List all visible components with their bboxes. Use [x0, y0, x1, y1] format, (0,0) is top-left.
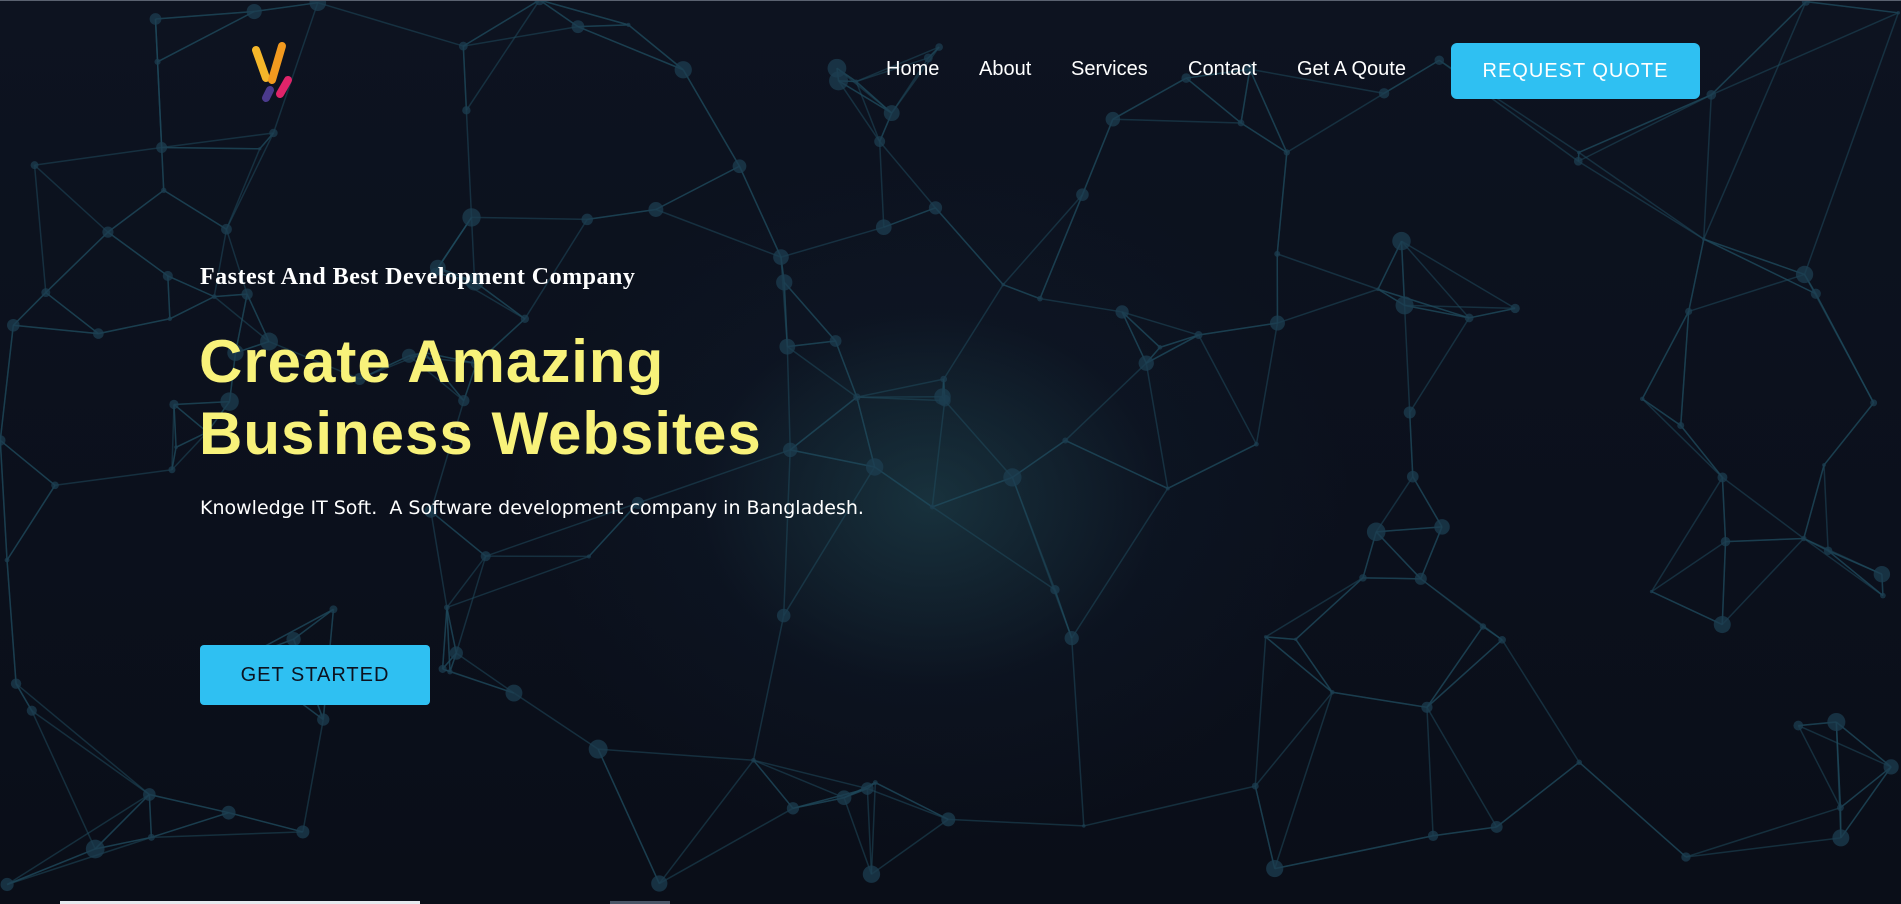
- nav-home[interactable]: Home: [886, 57, 939, 81]
- get-started-button[interactable]: GET STARTED: [200, 645, 430, 705]
- top-border: [0, 0, 1901, 1]
- hero-description: Knowledge IT Soft. A Software developmen…: [200, 497, 864, 519]
- hero-tagline: Fastest And Best Development Company: [200, 264, 636, 290]
- nav-services[interactable]: Services: [1071, 57, 1148, 81]
- headline-line-2: Business Websites: [199, 400, 762, 467]
- nav-about[interactable]: About: [979, 57, 1031, 81]
- nav-contact[interactable]: Contact: [1188, 57, 1257, 81]
- headline-line-1: Create Amazing: [199, 328, 665, 395]
- nav-get-a-quote[interactable]: Get A Qoute: [1297, 57, 1406, 81]
- request-quote-button[interactable]: REQUEST QUOTE: [1451, 43, 1700, 99]
- logo-icon[interactable]: [248, 38, 300, 104]
- hero-headline: Create Amazing Business Websites: [199, 326, 762, 470]
